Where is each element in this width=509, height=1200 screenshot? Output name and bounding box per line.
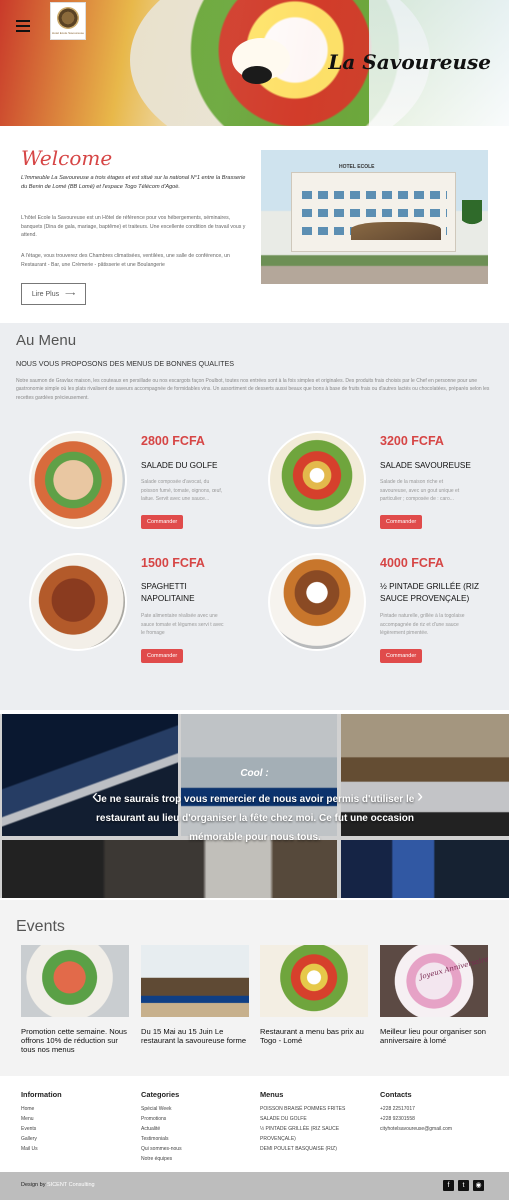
logo-text: Hotel Ecole Savoureuse <box>51 31 85 35</box>
footer-link[interactable]: Qui sommes-nous <box>141 1144 182 1154</box>
testimonial-gallery: Cool : Je ne saurais trop vous remercier… <box>0 710 509 900</box>
contact-phone[interactable]: +228 92301558 <box>380 1114 452 1124</box>
event-card[interactable]: Du 15 Mai au 15 Juin Le restaurant la sa… <box>141 945 249 1045</box>
contact-email[interactable]: cityhotelsavoureuse@gmail.com <box>380 1124 452 1134</box>
footer-link[interactable]: ½ PINTADE GRILLÉE (RIZ SAUCE PROVENÇALE) <box>260 1124 360 1144</box>
footer-link[interactable]: Notre équipes <box>141 1154 182 1164</box>
credit-prefix: Design by <box>21 1182 46 1188</box>
footer-heading: Menus <box>260 1090 284 1099</box>
dish-image[interactable] <box>29 431 127 529</box>
dish-name[interactable]: SPAGHETTI NAPOLITAINE <box>141 581 231 605</box>
order-button[interactable]: Commander <box>380 515 423 529</box>
footer-link[interactable]: Actualité <box>141 1124 182 1134</box>
dish-description: Pate alimentaire réalisée avec une sauce… <box>141 613 224 637</box>
dish-image[interactable] <box>29 553 127 651</box>
menu-title: Au Menu <box>16 332 77 349</box>
menu-subtitle: NOUS VOUS PROPOSONS DES MENUS DE BONNES … <box>16 359 235 368</box>
credit-link[interactable]: SICENT Consulting <box>47 1182 95 1188</box>
footer-link-menu[interactable]: Menu <box>21 1114 62 1124</box>
footer-link[interactable]: SALADE DU GOLFE <box>260 1114 360 1124</box>
twitter-icon[interactable]: t <box>458 1180 469 1191</box>
dish-description: Salade composée d'avocat, du poisson fum… <box>141 479 223 503</box>
dish-price: 4000 FCFA <box>380 556 444 570</box>
hotel-roof <box>351 222 441 240</box>
read-more-button[interactable]: Lire Plus ⟶ <box>21 283 86 305</box>
event-card[interactable]: Promotion cette semaine. Nous offrons 10… <box>21 945 129 1054</box>
footer-link[interactable]: Testimonials <box>141 1134 182 1144</box>
event-card[interactable]: Joyeux Anniversaire Meilleur lieu pour o… <box>380 945 489 1045</box>
footer-link-home[interactable]: Home <box>21 1104 62 1114</box>
contact-phone[interactable]: +228 22517017 <box>380 1104 452 1114</box>
event-image[interactable]: Joyeux Anniversaire <box>380 945 489 1017</box>
dish-description: Salade de la maison riche et savoureuse,… <box>380 479 460 503</box>
dish-name[interactable]: ½ PINTADE GRILLÉE (RIZ SAUCE PROVENÇALE) <box>380 581 490 605</box>
dish-name[interactable]: SALADE SAVOUREUSE <box>380 460 490 472</box>
welcome-title: Welcome <box>21 146 113 170</box>
footer-link-gallery[interactable]: Gallery <box>21 1134 62 1144</box>
hero-olive <box>242 66 272 84</box>
footer-heading: Information <box>21 1090 62 1099</box>
welcome-paragraph-2: A l'étage, vous trouverez des Chambres c… <box>21 253 230 268</box>
dish-price: 3200 FCFA <box>380 434 444 448</box>
site-logo[interactable]: Hotel Ecole Savoureuse <box>50 2 86 40</box>
hotel-building <box>291 172 456 252</box>
footer-link[interactable]: DEMI POULET BASQUAISE (RIZ) <box>260 1144 360 1154</box>
brand-title: La Savoureuse <box>328 50 491 74</box>
dish-price: 1500 FCFA <box>141 556 205 570</box>
footer-link-mail[interactable]: Mail Us <box>21 1144 62 1154</box>
menu-section: Au Menu NOUS VOUS PROPOSONS DES MENUS DE… <box>0 323 509 710</box>
dish-price: 2800 FCFA <box>141 434 205 448</box>
welcome-lead: L'Immeuble La Savoureuse a trois étages … <box>21 175 246 190</box>
testimonial-quote: Je ne saurais trop vous remercier de nou… <box>95 794 415 843</box>
event-caption[interactable]: Promotion cette semaine. Nous offrons 10… <box>21 1027 129 1054</box>
event-caption[interactable]: Meilleur lieu pour organiser son anniver… <box>380 1027 488 1045</box>
footer-information: Information Home Menu Events Gallery Mai… <box>21 1090 62 1154</box>
design-credit: Design by SICENT Consulting <box>21 1182 95 1188</box>
chevron-right-icon[interactable]: › <box>413 786 427 806</box>
welcome-paragraph-1: L'hôtel Ecole la Savoureuse est un Hôtel… <box>21 215 246 239</box>
hotel-sign: HOTEL ECOLE <box>339 164 375 170</box>
event-image[interactable] <box>21 945 129 1017</box>
footer-bottom-bar: Design by SICENT Consulting f t ◉ <box>0 1172 509 1200</box>
rss-icon[interactable]: ◉ <box>473 1180 484 1191</box>
footer-categories: Categories Spécial Week Promotions Actua… <box>141 1090 182 1164</box>
hamburger-icon[interactable] <box>16 20 30 32</box>
dish-name[interactable]: SALADE DU GOLFE <box>141 460 251 472</box>
hotel-photo: HOTEL ECOLE <box>261 150 488 284</box>
footer-menus: Menus POISSON BRAISÉ POMMES FRITES SALAD… <box>260 1090 360 1154</box>
event-caption[interactable]: Restaurant a menu bas prix au Togo - Lom… <box>260 1027 368 1045</box>
event-image[interactable] <box>260 945 368 1017</box>
event-card[interactable]: Restaurant a menu bas prix au Togo - Lom… <box>260 945 368 1045</box>
facebook-icon[interactable]: f <box>443 1180 454 1191</box>
order-button[interactable]: Commander <box>380 649 423 663</box>
event-caption[interactable]: Du 15 Mai au 15 Juin Le restaurant la sa… <box>141 1027 249 1045</box>
palm-tree <box>462 200 482 245</box>
events-section: Events Promotion cette semaine. Nous off… <box>0 900 509 1076</box>
footer-link[interactable]: Promotions <box>141 1114 182 1124</box>
dish-description: Pintade naturelle, grillée à la togolais… <box>380 613 465 637</box>
welcome-section: Welcome L'Immeuble La Savoureuse a trois… <box>0 126 509 323</box>
order-button[interactable]: Commander <box>141 649 184 663</box>
menu-description: Notre saumon de Gravlax maison, les cout… <box>16 378 490 401</box>
footer-link[interactable]: POISSON BRAISÉ POMMES FRITES <box>260 1104 360 1114</box>
chevron-left-icon[interactable]: ‹ <box>88 786 102 806</box>
footer: Information Home Menu Events Gallery Mai… <box>0 1076 509 1172</box>
logo-seal <box>57 7 79 29</box>
footer-contacts: Contacts +228 22517017 +228 92301558 cit… <box>380 1090 452 1134</box>
footer-link-events[interactable]: Events <box>21 1124 62 1134</box>
cake-inscription: Joyeux Anniversaire <box>418 954 490 982</box>
testimonial-author: Cool : <box>240 768 269 779</box>
events-title: Events <box>16 918 65 935</box>
hero-banner: Hotel Ecole Savoureuse La Savoureuse <box>0 0 509 126</box>
dish-image[interactable] <box>268 553 366 651</box>
event-image[interactable] <box>141 945 249 1017</box>
arrow-right-icon: ⟶ <box>65 291 76 298</box>
footer-heading: Categories <box>141 1090 180 1099</box>
footer-link[interactable]: Spécial Week <box>141 1104 182 1114</box>
read-more-label: Lire Plus <box>31 290 60 298</box>
footer-heading: Contacts <box>380 1090 412 1099</box>
dish-image[interactable] <box>268 431 366 529</box>
order-button[interactable]: Commander <box>141 515 184 529</box>
